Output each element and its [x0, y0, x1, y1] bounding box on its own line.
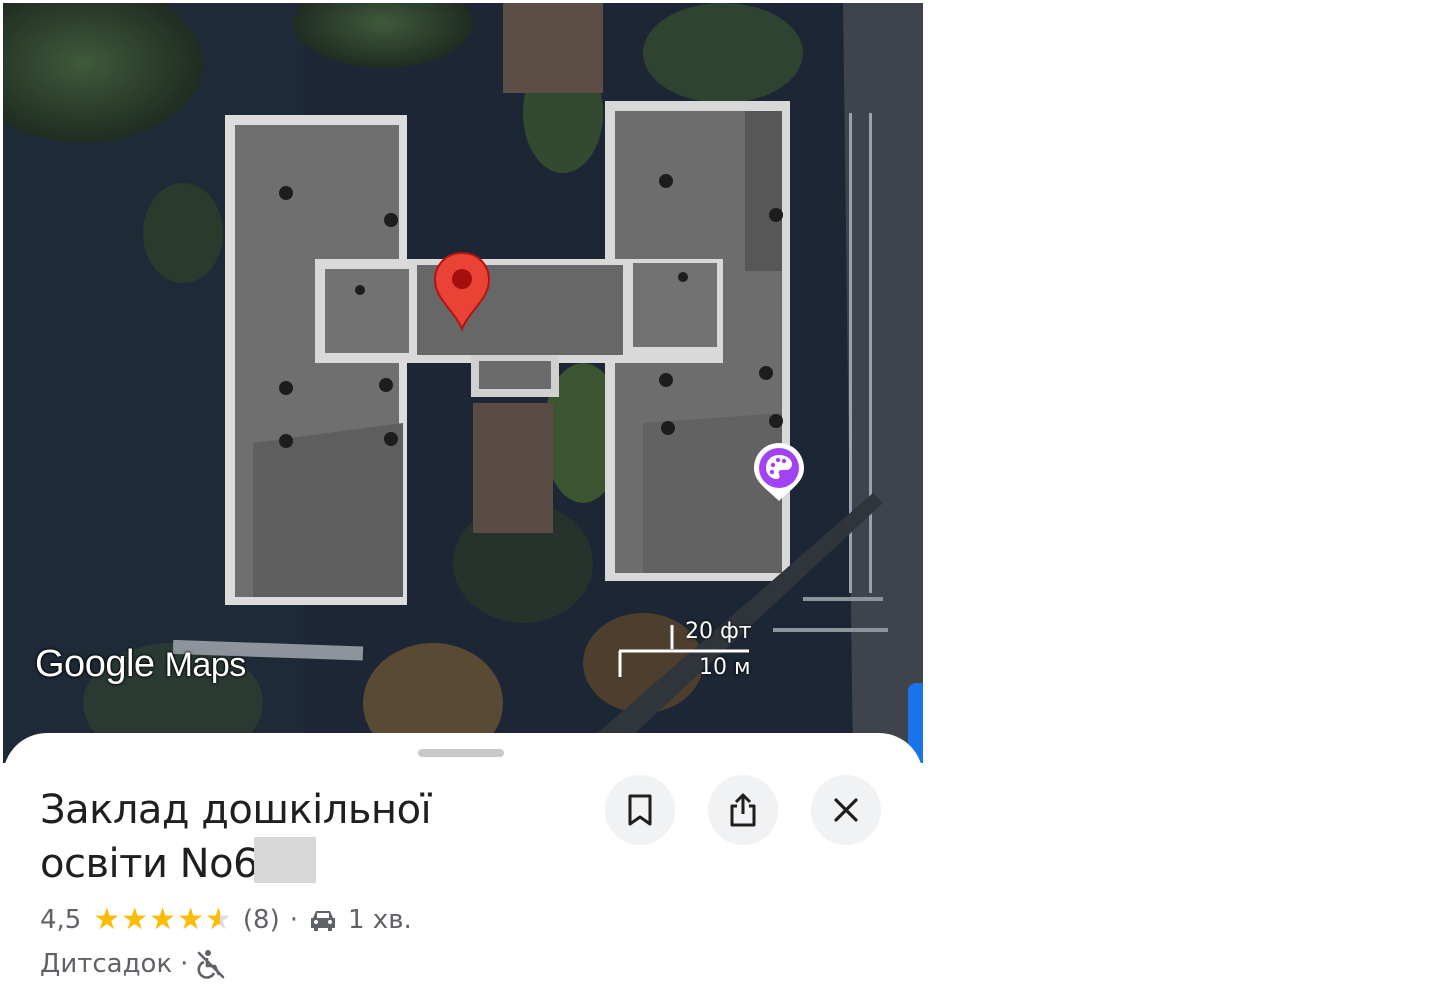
star-icon: ★: [177, 902, 204, 937]
rating-stars[interactable]: ★ ★ ★ ★ ★: [93, 905, 233, 935]
logo-google-text: Google: [35, 643, 155, 685]
redacted-box: [254, 837, 317, 883]
google-maps-logo: Google Maps: [35, 643, 246, 686]
rating-value: 4,5: [40, 905, 82, 935]
category-row: Дитсадок ·: [40, 947, 226, 981]
scale-feet-label: 20 фт: [685, 619, 752, 644]
review-count[interactable]: (8): [243, 905, 280, 935]
car-icon: [311, 911, 335, 931]
phone-screen: Google Maps 20 фт 10 м Заклад дошкільної…: [3, 3, 923, 1003]
palette-poi-icon[interactable]: [751, 441, 807, 503]
half-star-icon: ★: [204, 902, 232, 937]
satellite-map[interactable]: Google Maps 20 фт 10 м: [3, 3, 923, 763]
bookmark-icon: [628, 794, 652, 826]
star-icon: ★: [149, 902, 177, 937]
place-title: Заклад дошкільної освіти No6: [40, 783, 600, 891]
star-icon: ★: [93, 902, 121, 937]
star-icon: ★: [121, 902, 149, 937]
place-bottom-sheet[interactable]: Заклад дошкільної освіти No6 4,5 ★ ★ ★ ★…: [3, 733, 923, 1003]
red-location-pin-icon[interactable]: [433, 251, 491, 331]
category-label: Дитсадок: [40, 949, 173, 979]
category-separator: ·: [180, 949, 189, 979]
scale-meters-label: 10 м: [699, 655, 751, 680]
drive-time: 1 хв.: [348, 905, 412, 935]
not-wheelchair-accessible-icon: [197, 950, 225, 979]
close-icon: [834, 798, 858, 822]
place-title-line2: освіти No6: [40, 841, 259, 887]
drag-handle[interactable]: [418, 749, 504, 757]
share-button[interactable]: [708, 775, 778, 845]
save-button[interactable]: [605, 775, 675, 845]
place-title-line1: Заклад дошкільної: [40, 787, 432, 833]
close-button[interactable]: [811, 775, 881, 845]
rating-row: 4,5 ★ ★ ★ ★ ★ (8) · 1 хв.: [40, 903, 412, 937]
place-title-line2-wrap: освіти No6: [40, 837, 600, 891]
separator-dot: ·: [289, 905, 298, 935]
share-icon: [730, 793, 756, 827]
logo-maps-text: Maps: [164, 646, 247, 684]
